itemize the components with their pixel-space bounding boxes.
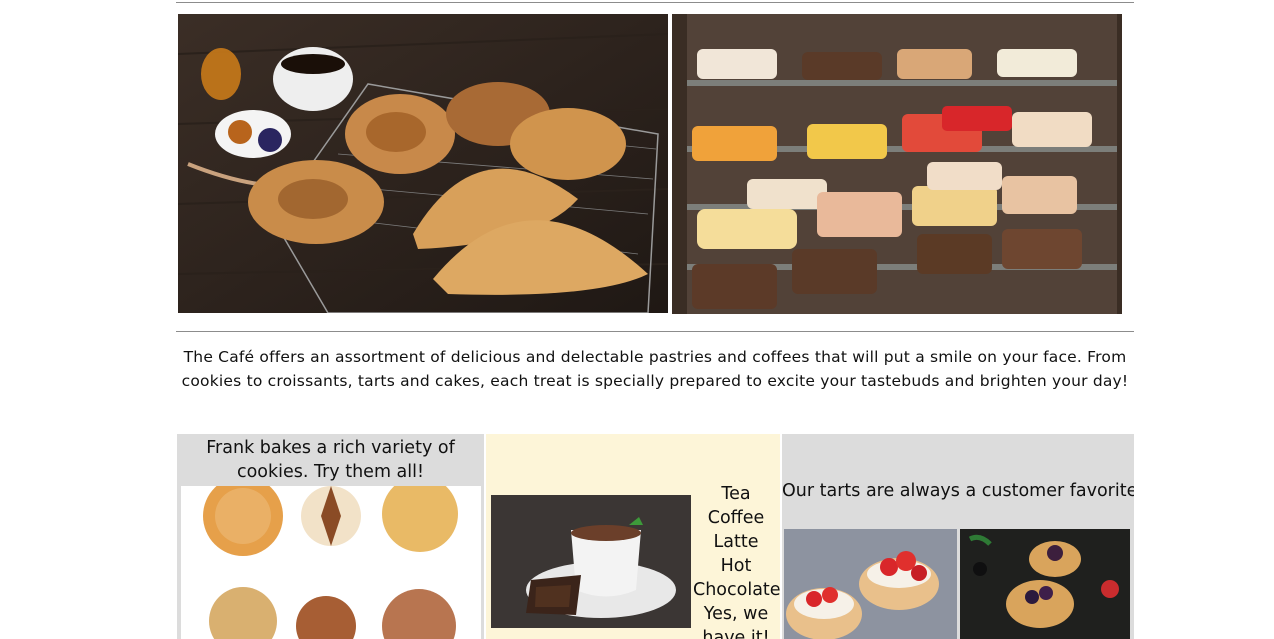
pastries-coffee-photo (178, 14, 668, 313)
intro-paragraph: The Café offers an assortment of delicio… (181, 348, 1129, 390)
cookies-card: Frank bakes a rich variety of cookies. T… (177, 434, 484, 639)
drink-item-yes-we-have-it: Yes, we have it! (702, 604, 770, 639)
drink-item-hot-chocolate: Hot Chocolate (693, 556, 780, 600)
hot-chocolate-photo (491, 495, 691, 628)
drink-item-tea: Tea (721, 484, 751, 504)
cookies-caption: Frank bakes a rich variety of cookies. T… (206, 438, 455, 482)
drink-item-latte: Latte (713, 532, 759, 552)
drink-item-coffee: Coffee (707, 508, 765, 528)
top-divider (176, 2, 1134, 3)
cookies-photo (181, 476, 481, 639)
tarts-card: Our tarts are always a customer favorite… (782, 434, 1134, 639)
drinks-list: Tea Coffee Latte Hot Chocolate Yes, we h… (693, 482, 780, 639)
cake-display-photo (672, 14, 1122, 314)
berry-tarts-photo (960, 529, 1130, 639)
middle-divider (176, 331, 1134, 332)
tarts-caption: Our tarts are always a customer favorite… (782, 481, 1134, 501)
strawberry-tarts-photo (784, 529, 957, 639)
drinks-card: Tea Coffee Latte Hot Chocolate Yes, we h… (486, 434, 780, 639)
